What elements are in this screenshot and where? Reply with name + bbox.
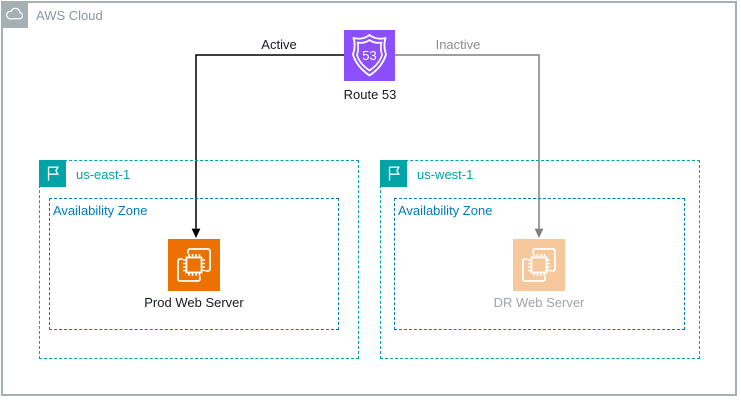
availability-zone-label-west: Availability Zone [398, 203, 492, 218]
route53-icon-number: 53 [362, 48, 376, 63]
diagram-canvas: AWS Cloud Active Inactive 53 Route 53 us… [0, 0, 741, 401]
prod-web-server-icon [168, 239, 220, 291]
dr-web-server-label: DR Web Server [473, 295, 605, 310]
region-label-us-east-1: us-east-1 [76, 167, 130, 182]
availability-zone-label-east: Availability Zone [53, 203, 147, 218]
region-flag-icon-west [380, 160, 407, 187]
active-connection-label: Active [239, 37, 319, 52]
aws-cloud-label: AWS Cloud [36, 8, 103, 23]
prod-web-server-label: Prod Web Server [128, 295, 260, 310]
region-flag-icon-east [39, 160, 66, 187]
inactive-connection-label: Inactive [418, 37, 498, 52]
cloud-icon [1, 1, 28, 28]
route53-label: Route 53 [320, 87, 420, 102]
route53-shield-icon: 53 [344, 30, 395, 81]
dr-web-server-icon [513, 239, 565, 291]
region-label-us-west-1: us-west-1 [417, 167, 473, 182]
